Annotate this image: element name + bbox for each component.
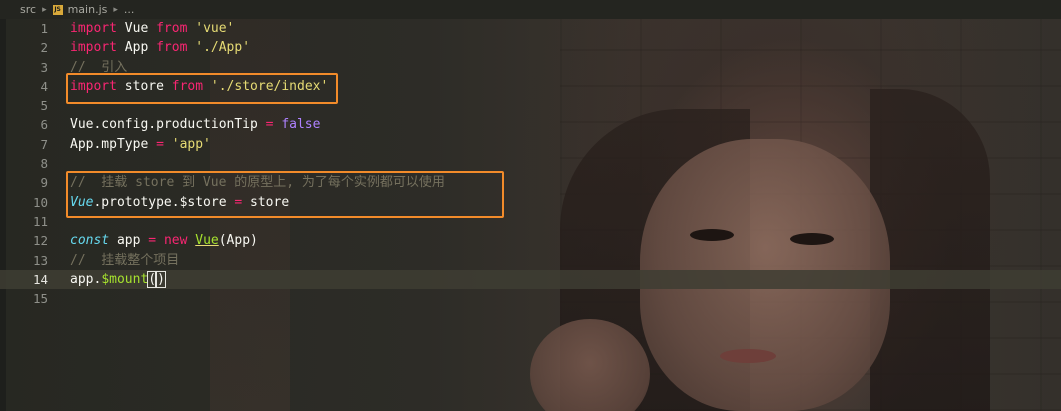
highlight-box-prototype-store [66,171,504,218]
breadcrumb: src ▸ JS main.js ▸ ... [0,0,1061,19]
line-code[interactable]: // 挂载整个项目 [70,251,179,270]
line-number: 12 [32,233,48,249]
code-token: app [109,233,149,249]
line-number: 5 [40,98,48,114]
code-line[interactable]: 13 // 挂载整个项目 [0,251,1061,270]
code-line[interactable]: 7 App.mpType = 'app' [0,135,1061,154]
code-lines[interactable]: 1 import Vue from 'vue' 2 import App from '… [0,19,1061,308]
code-token: = [156,136,164,152]
line-code[interactable]: import Vue from 'vue' [70,19,234,38]
line-code[interactable]: App.mpType = 'app' [70,135,211,154]
code-token: 'vue' [195,21,235,36]
code-token: Vue [195,233,219,249]
line-code[interactable]: import App from './App' [70,38,250,57]
breadcrumb-symbols[interactable]: ... [124,3,135,16]
line-number: 14 [32,271,48,287]
js-file-icon: JS [52,4,63,15]
code-token: const [70,233,110,249]
code-token: = [148,233,157,249]
line-number: 2 [40,40,48,56]
code-token: $mount [101,271,149,287]
line-number: 4 [40,78,48,94]
code-token: ( [147,270,158,288]
code-token: new [163,233,188,249]
line-code[interactable]: app.$mount() [70,270,166,289]
code-token: App [116,40,157,56]
code-token: import [70,40,117,56]
code-token: from [156,21,188,36]
code-token: './App' [195,40,251,56]
code-token: 'app' [171,136,211,152]
line-code[interactable]: const app = new Vue(App) [70,231,258,250]
line-number: 10 [32,194,48,210]
code-editor[interactable]: 1 import Vue from 'vue' 2 import App from '… [0,19,1061,411]
line-number: 3 [40,59,48,75]
code-token: // 挂载整个项目 [70,252,180,268]
code-line[interactable]: 12 const app = new Vue(App) [0,231,1061,250]
breadcrumb-file[interactable]: main.js [68,3,108,16]
line-number: 1 [40,21,48,36]
code-token: ) [155,270,166,288]
line-code[interactable]: Vue.config.productionTip = false [70,115,320,134]
background-mouth [720,349,776,363]
line-number: 9 [40,175,48,191]
chevron-right-icon: ▸ [42,4,47,15]
line-number: 8 [40,156,48,172]
code-token: (App) [218,233,258,249]
code-token: from [156,40,188,56]
line-number: 15 [32,291,48,307]
line-number: 13 [32,252,48,268]
line-number: 7 [40,136,48,152]
code-line[interactable]: 2 import App from './App' [0,38,1061,57]
code-token: = [265,117,274,133]
code-token: Vue.config.productionTip [70,117,266,133]
code-token: App.mpType [70,136,157,152]
chevron-right-icon: ▸ [113,4,118,15]
code-token: Vue [116,21,157,36]
line-number: 11 [32,213,48,229]
code-line[interactable]: 6 Vue.config.productionTip = false [0,115,1061,134]
code-token: import [70,21,117,36]
code-token: app. [70,271,102,287]
code-line[interactable]: 1 import Vue from 'vue' [0,19,1061,38]
code-token: false [281,117,321,133]
code-line[interactable]: 14 app.$mount() [0,269,1061,290]
breadcrumb-folder[interactable]: src [20,3,36,16]
code-line[interactable]: 15 [0,289,1061,308]
highlight-box-import-store [66,73,338,104]
line-number: 6 [40,117,48,133]
